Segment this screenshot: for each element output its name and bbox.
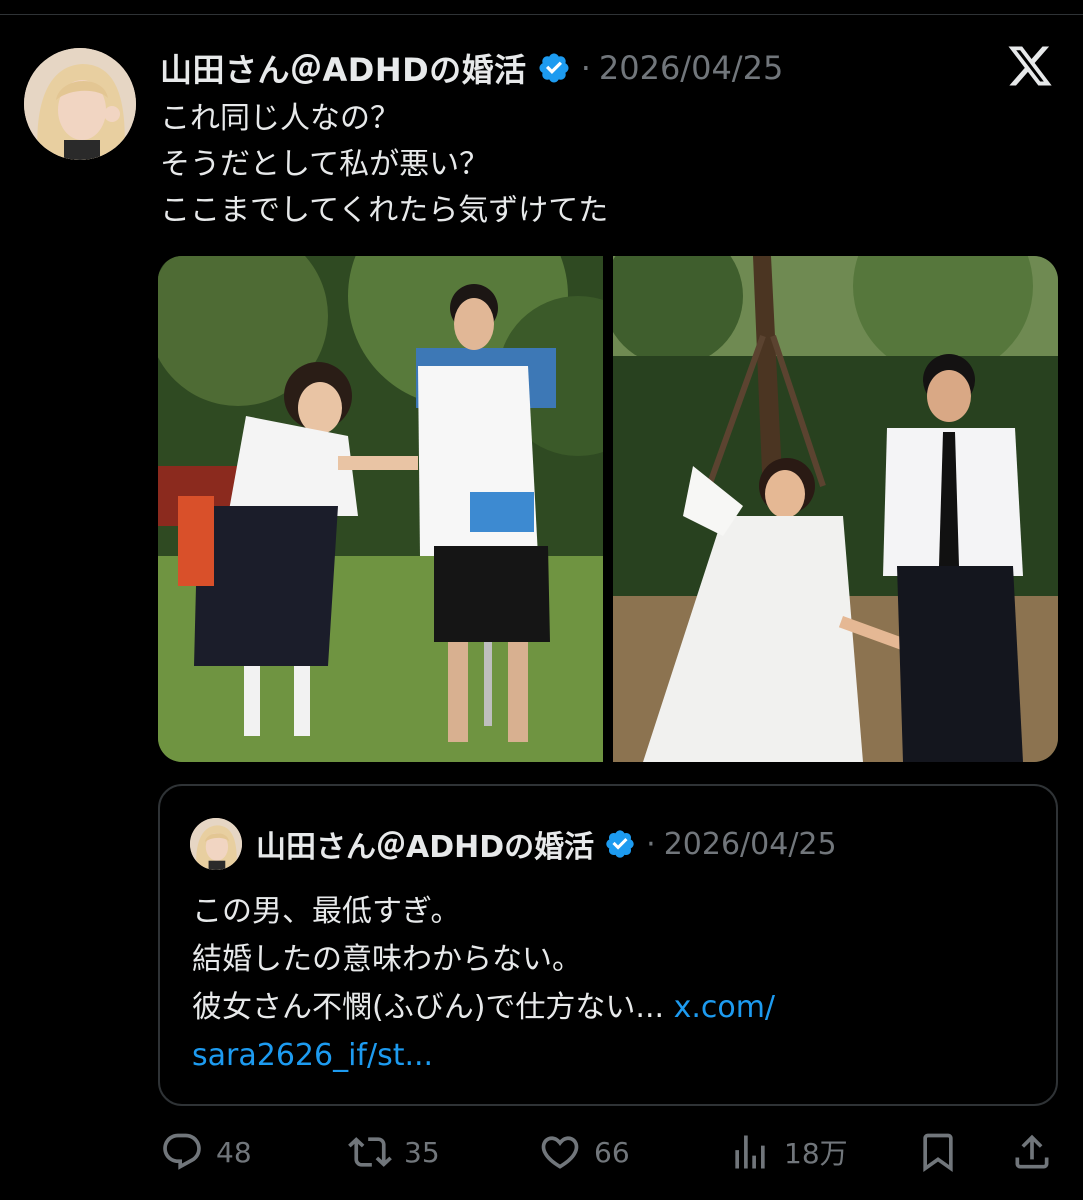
avatar-image xyxy=(190,818,242,870)
top-divider xyxy=(0,14,1083,15)
separator-dot: · xyxy=(580,49,591,87)
quoted-tweet-header: 山田さん＠ADHDの婚活 · 2026/04/25 xyxy=(190,818,837,870)
like-icon xyxy=(541,1136,579,1169)
quoted-text-line: sara2626_if/st... xyxy=(192,1032,1032,1080)
retweet-button[interactable]: 35 xyxy=(348,1122,440,1182)
retweet-count: 35 xyxy=(404,1135,440,1169)
separator-dot: · xyxy=(646,826,656,862)
photo-wedding-image xyxy=(613,256,1058,762)
media-grid[interactable] xyxy=(158,256,1058,762)
like-count: 66 xyxy=(594,1135,630,1169)
quoted-tweet[interactable]: 山田さん＠ADHDの婚活 · 2026/04/25 この男、最低すぎ。 結婚した… xyxy=(158,784,1058,1106)
quoted-text-line: この男、最低すぎ。 xyxy=(192,894,461,929)
views-count: 18万 xyxy=(784,1137,848,1170)
tweet-text-line: そうだとして私が悪い？ xyxy=(160,147,490,182)
photo-school-uniform[interactable] xyxy=(158,256,603,762)
quoted-link[interactable]: x.com/ xyxy=(674,990,775,1025)
views-icon xyxy=(735,1135,765,1169)
author-name[interactable]: 山田さん＠ADHDの婚活 xyxy=(160,45,527,91)
tweet-text-line: ここまでしてくれたら気ずけてた xyxy=(160,193,609,228)
tweet-text: これ同じ人なの？ そうだとして私が悪い？ ここまでしてくれたら気ずけてた xyxy=(160,96,1040,234)
bookmark-icon xyxy=(923,1133,953,1173)
quoted-tweet-text: この男、最低すぎ。 結婚したの意味わからない。 彼女さん不憫(ふびん)で仕方ない… xyxy=(192,888,1032,1080)
verified-badge-icon xyxy=(539,53,569,83)
photo-school-uniform-image xyxy=(158,256,603,762)
photo-wedding[interactable] xyxy=(613,256,1058,762)
quoted-text-fragment: 彼女さん不憫(ふびん)で仕方ない... xyxy=(192,990,674,1025)
bookmark-button[interactable] xyxy=(916,1122,960,1182)
quoted-text-line: 彼女さん不憫(ふびん)で仕方ない... x.com/ xyxy=(192,984,1032,1032)
quoted-tweet-date[interactable]: 2026/04/25 xyxy=(664,827,837,862)
tweet-text-line: これ同じ人なの？ xyxy=(160,101,400,136)
like-button[interactable]: 66 xyxy=(538,1122,630,1182)
quoted-text-line: 結婚したの意味わからない。 xyxy=(192,942,582,977)
reply-count: 48 xyxy=(216,1135,252,1169)
reply-icon xyxy=(163,1133,201,1170)
views-button[interactable]: 18万 xyxy=(728,1122,848,1182)
x-logo-icon xyxy=(1008,46,1052,86)
tweet-header: 山田さん＠ADHDの婚活 · 2026/04/25 xyxy=(160,42,783,94)
avatar-image xyxy=(24,48,136,160)
photo-gap xyxy=(603,256,613,762)
action-bar: 48 35 66 18万 xyxy=(160,1122,1060,1182)
share-button[interactable] xyxy=(1010,1122,1054,1182)
tweet-date[interactable]: 2026/04/25 xyxy=(599,49,783,87)
quoted-author-avatar[interactable] xyxy=(190,818,242,870)
quoted-author-name[interactable]: 山田さん＠ADHDの婚活 xyxy=(256,822,594,866)
quoted-link-continued[interactable]: sara2626_if/st... xyxy=(192,1038,433,1073)
share-icon xyxy=(1015,1134,1049,1169)
reply-button[interactable]: 48 xyxy=(160,1122,252,1182)
verified-badge-icon xyxy=(606,830,634,858)
retweet-icon xyxy=(348,1137,392,1167)
author-avatar[interactable] xyxy=(24,48,136,160)
